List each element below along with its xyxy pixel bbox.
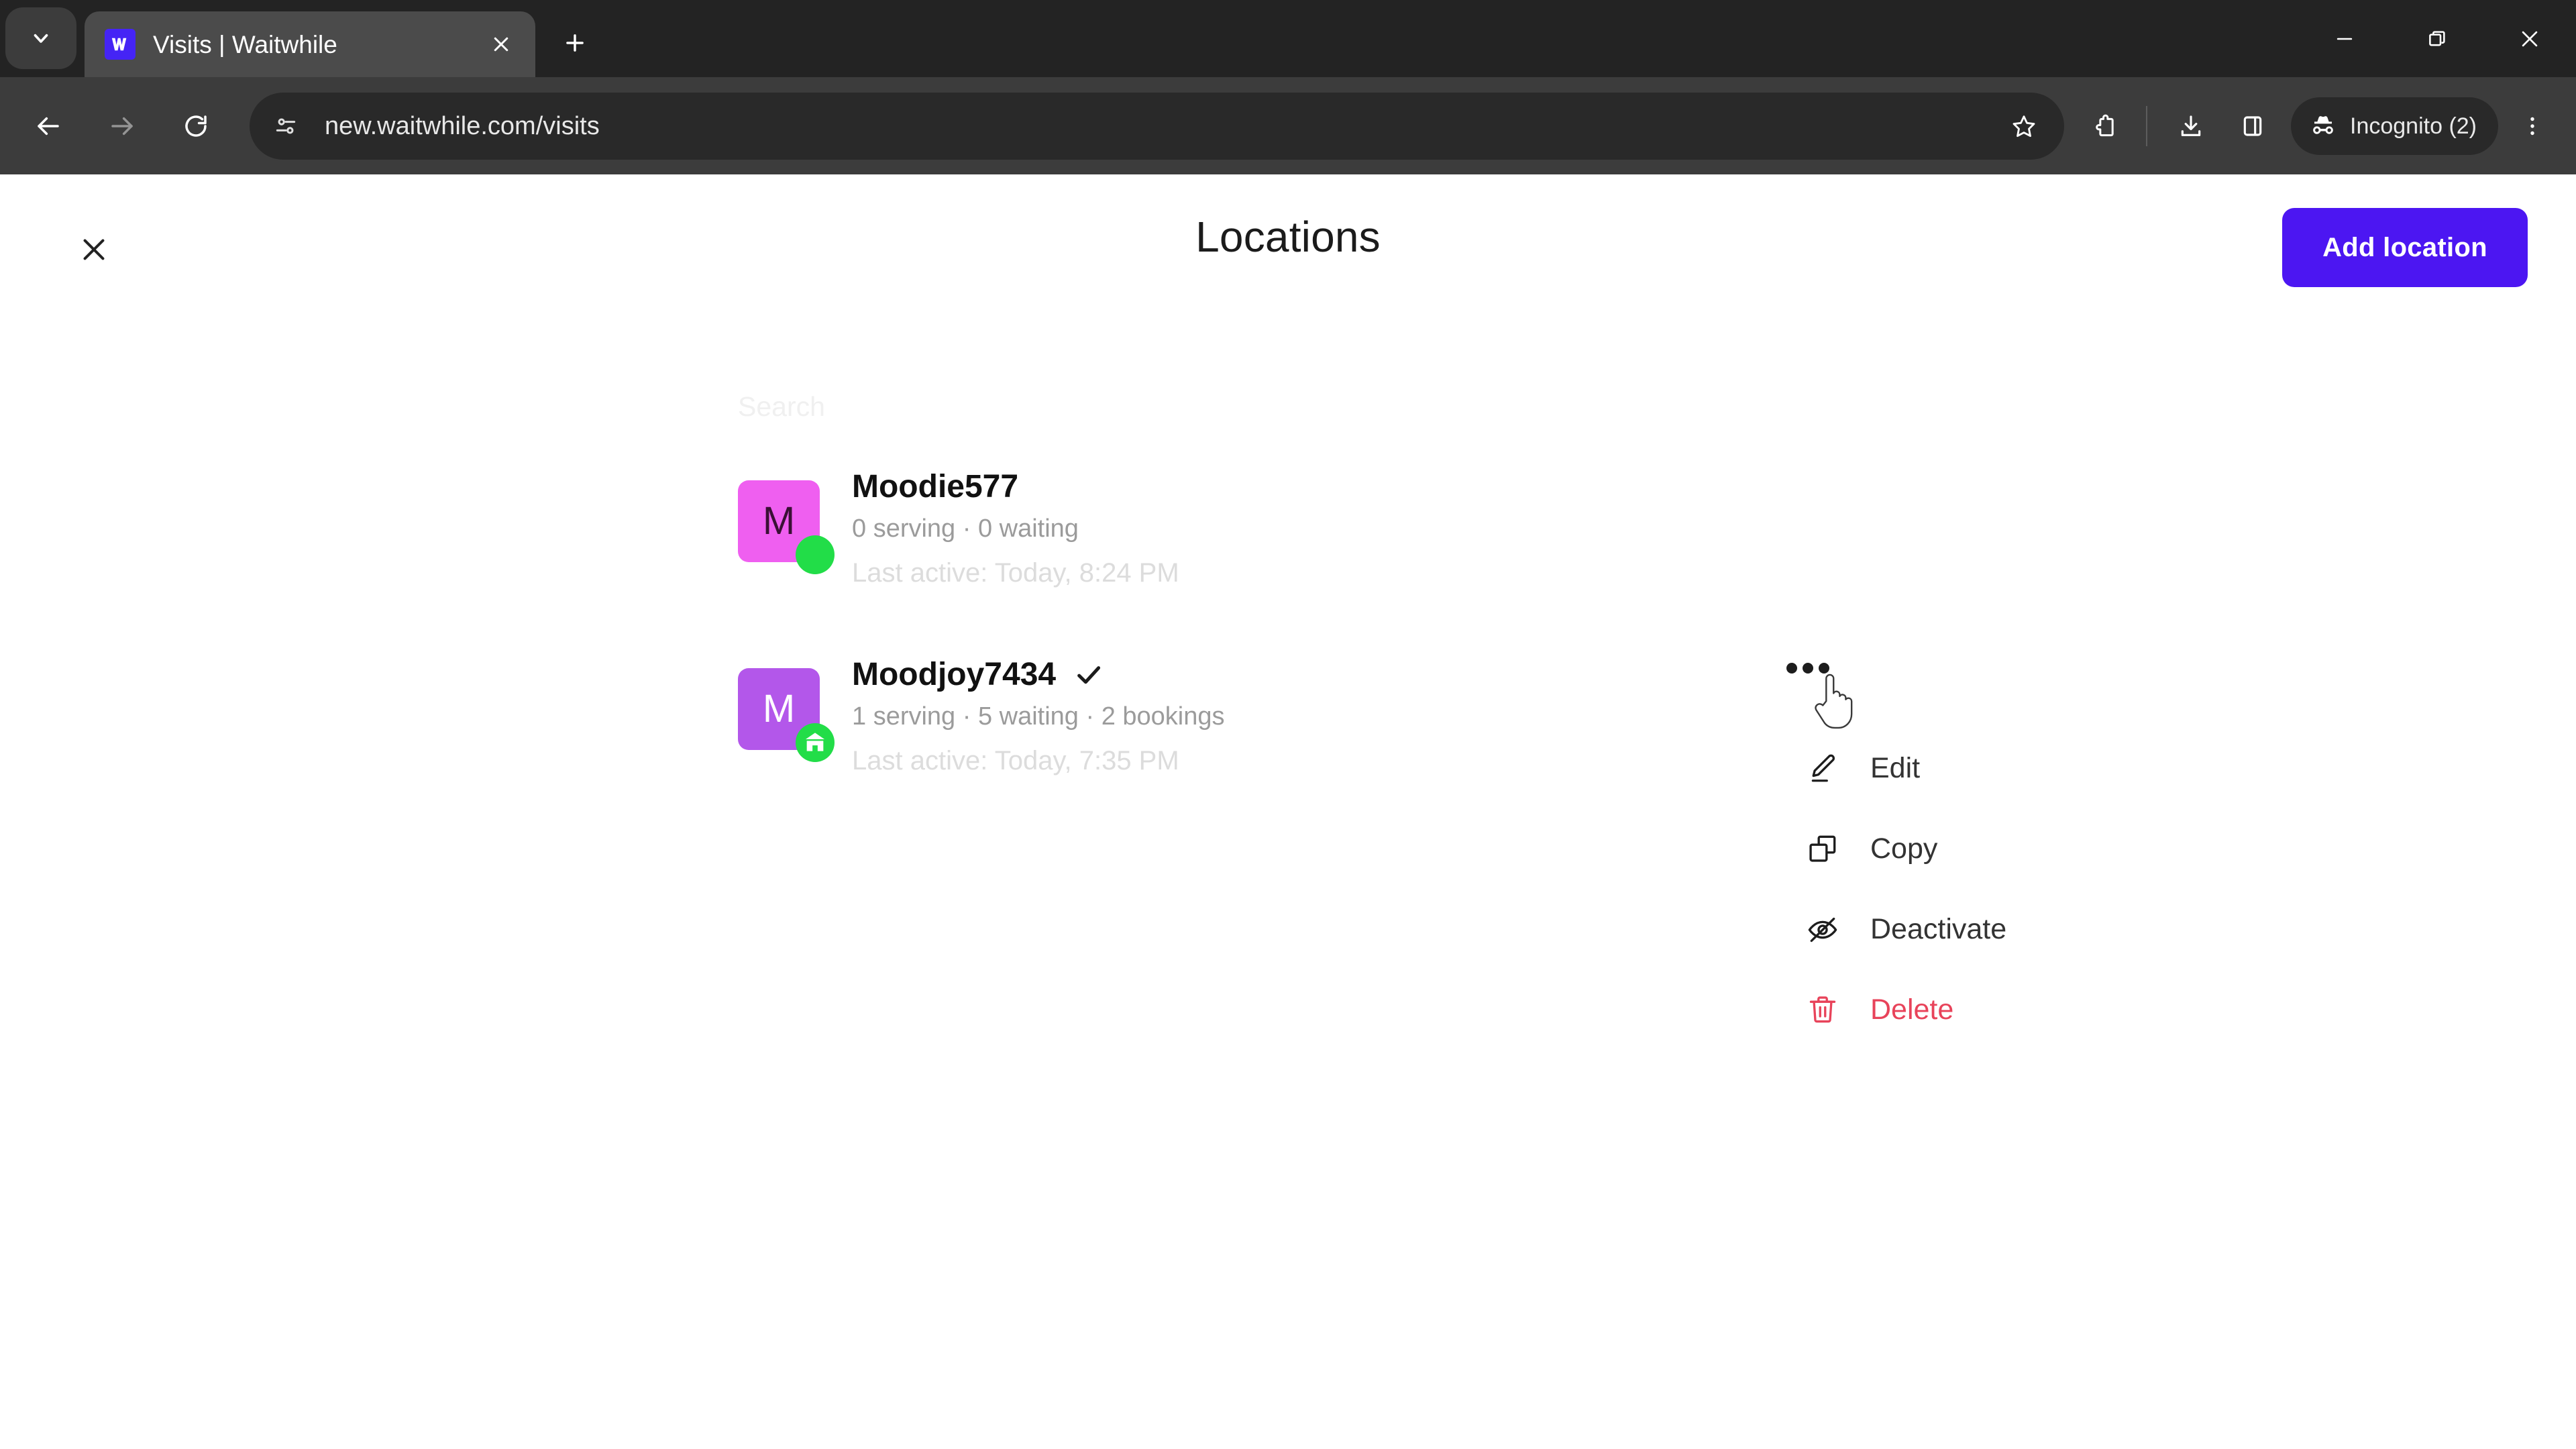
side-panel-button[interactable] bbox=[2224, 97, 2282, 155]
context-menu-items: Edit Copy Deactivate Delete bbox=[1771, 728, 2187, 1050]
location-name-row: Moodie577 bbox=[852, 467, 1179, 507]
url-text: new.waitwhile.com/visits bbox=[325, 113, 600, 139]
list-item[interactable]: M Moodie577 0 serving · 0 waiting Last a… bbox=[738, 463, 1744, 651]
location-last-active: Last active: Today, 7:35 PM bbox=[852, 745, 1179, 775]
star-icon bbox=[2012, 115, 2035, 137]
side-panel-icon bbox=[2243, 115, 2262, 136]
location-options-button[interactable] bbox=[1786, 644, 1847, 692]
close-icon bbox=[2522, 31, 2538, 46]
toolbar-divider bbox=[2146, 105, 2147, 146]
bookmark-button[interactable] bbox=[1998, 101, 2049, 152]
forward-arrow-icon bbox=[111, 117, 133, 135]
site-information-button[interactable] bbox=[262, 102, 310, 150]
location-stats: 0 serving · 0 waiting bbox=[852, 515, 1079, 543]
three-dots-horizontal-icon bbox=[1786, 663, 1829, 674]
new-tab-button[interactable] bbox=[549, 17, 601, 69]
window-restore-button[interactable] bbox=[2391, 0, 2483, 77]
location-last-active: Last active: Today, 8:24 PM bbox=[852, 557, 1179, 588]
tune-sliders-icon bbox=[276, 118, 296, 133]
forward-button[interactable] bbox=[90, 94, 154, 158]
location-info: Moodie577 0 serving · 0 waiting Last act… bbox=[852, 463, 1179, 595]
chrome-menu-button[interactable] bbox=[2505, 99, 2560, 154]
downloads-button[interactable] bbox=[2162, 97, 2220, 155]
copy-icon bbox=[1803, 829, 1842, 868]
browser-tab[interactable]: Visits | Waitwhile bbox=[85, 11, 535, 77]
tab-strip: Visits | Waitwhile bbox=[0, 0, 2576, 77]
plus-icon bbox=[566, 34, 584, 52]
tab-close-button[interactable] bbox=[482, 25, 521, 64]
location-info: Moodjoy7434 1 serving · 5 waiting · 2 bo… bbox=[852, 651, 1225, 783]
extensions-puzzle-icon bbox=[2096, 114, 2114, 136]
online-dot-icon bbox=[796, 535, 835, 574]
menu-item-label: Deactivate bbox=[1870, 912, 2007, 945]
locations-list: M Moodie577 0 serving · 0 waiting Last a… bbox=[738, 463, 1744, 839]
trash-icon bbox=[1803, 990, 1842, 1029]
address-bar[interactable]: new.waitwhile.com/visits bbox=[250, 92, 2064, 160]
tab-search-button[interactable] bbox=[5, 7, 76, 69]
three-dots-vertical-icon bbox=[2530, 117, 2534, 135]
menu-item-delete[interactable]: Delete bbox=[1771, 969, 2187, 1050]
menu-item-label: Edit bbox=[1870, 751, 1921, 784]
browser-toolbar: new.waitwhile.com/visits Incognito (2) bbox=[0, 77, 2576, 174]
restore-icon bbox=[2429, 30, 2445, 46]
reload-icon bbox=[185, 115, 207, 137]
incognito-profile-chip[interactable]: Incognito (2) bbox=[2291, 97, 2498, 155]
reload-button[interactable] bbox=[164, 94, 228, 158]
list-item[interactable]: M Moodjoy7434 1 serving · 5 waiting · 2 … bbox=[738, 651, 1744, 839]
page-viewport: Locations Add location M Moodie577 0 ser… bbox=[0, 174, 2576, 1449]
close-icon bbox=[494, 37, 508, 52]
window-minimize-button[interactable] bbox=[2298, 0, 2391, 77]
browser-window: Visits | Waitwhile new.waitwhile.com/vis… bbox=[0, 0, 2576, 1449]
waitwhile-logo-icon bbox=[105, 29, 136, 60]
extensions-button[interactable] bbox=[2078, 97, 2135, 155]
location-name: Moodjoy7434 bbox=[852, 657, 1057, 692]
back-button[interactable] bbox=[16, 94, 80, 158]
menu-item-label: Copy bbox=[1870, 832, 1938, 865]
pencil-icon bbox=[1803, 749, 1842, 788]
page-title: Locations bbox=[1195, 213, 1381, 261]
add-location-button[interactable]: Add location bbox=[2282, 208, 2528, 287]
window-close-button[interactable] bbox=[2483, 0, 2576, 77]
tab-title: Visits | Waitwhile bbox=[153, 32, 337, 57]
location-name: Moodie577 bbox=[852, 469, 1019, 504]
download-icon bbox=[2181, 115, 2201, 136]
location-name-row: Moodjoy7434 bbox=[852, 655, 1225, 695]
window-controls bbox=[2298, 0, 2576, 77]
menu-item-copy[interactable]: Copy bbox=[1771, 808, 2187, 889]
minimize-icon bbox=[2337, 38, 2353, 40]
back-arrow-icon bbox=[38, 117, 59, 135]
storefront-badge-icon bbox=[796, 723, 835, 762]
menu-item-label: Delete bbox=[1870, 993, 1954, 1026]
check-icon bbox=[1073, 659, 1104, 690]
chevron-down-icon bbox=[34, 34, 48, 43]
avatar-wrapper: M bbox=[738, 668, 835, 762]
location-stats: 1 serving · 5 waiting · 2 bookings bbox=[852, 702, 1225, 731]
search-input[interactable] bbox=[738, 376, 1731, 437]
incognito-label: Incognito (2) bbox=[2350, 113, 2477, 139]
incognito-hat-icon bbox=[2313, 115, 2333, 134]
eye-off-icon bbox=[1803, 910, 1842, 949]
menu-item-deactivate[interactable]: Deactivate bbox=[1771, 889, 2187, 969]
menu-item-edit[interactable]: Edit bbox=[1771, 728, 2187, 808]
page-header: Locations Add location bbox=[0, 174, 2576, 309]
avatar-wrapper: M bbox=[738, 480, 835, 574]
